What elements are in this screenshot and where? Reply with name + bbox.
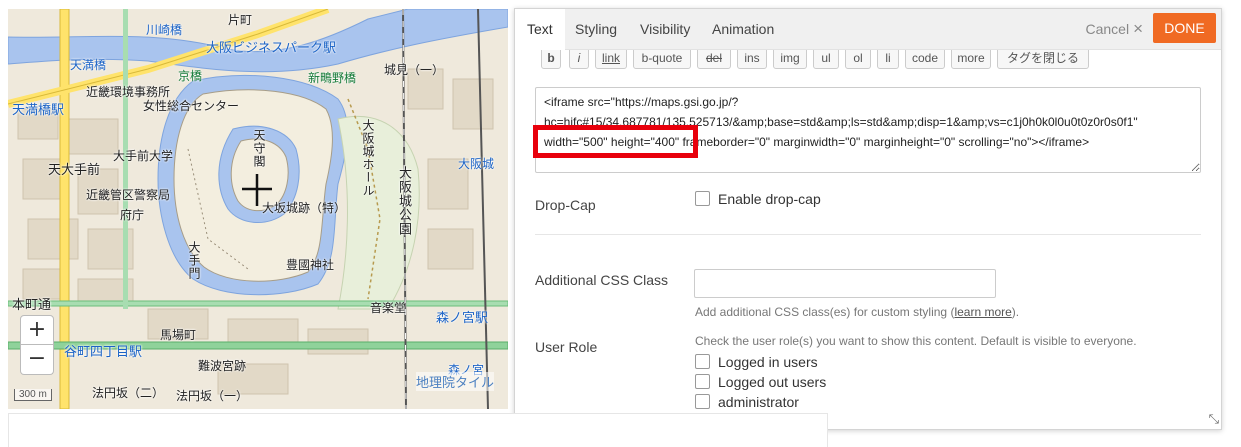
role-checkbox-administrator[interactable] <box>695 394 710 409</box>
map-label: 大阪ビジネスパーク駅 <box>206 41 337 56</box>
map-label: 片町 <box>228 13 253 27</box>
quicktags-toolbar: b i link b-quote del ins img ul ol li co… <box>535 50 1095 72</box>
toolbar-button-del[interactable]: del <box>697 50 731 69</box>
map-label: 城見（一） <box>384 63 445 77</box>
map-label: 難波宮跡 <box>198 359 247 373</box>
map-label: 大手門 <box>187 241 201 280</box>
toolbar-button-bold[interactable]: b <box>541 50 561 69</box>
role-checkbox-logged-out[interactable] <box>695 374 710 389</box>
code-line: <iframe src="https://maps.gsi.go.jp/? <box>544 95 739 109</box>
map-label: 法円坂（二） <box>92 386 165 400</box>
cancel-label: Cancel <box>1085 21 1130 37</box>
css-class-help-suffix: ). <box>1011 305 1020 319</box>
embedded-map[interactable]: 川崎橋 片町 大阪ビジネスパーク駅 天満橋 京橋 新鴫野橋 城見（一） 近畿環境… <box>8 9 508 409</box>
toolbar-button-link[interactable]: link <box>595 50 627 69</box>
toolbar-button-ins[interactable]: ins <box>737 50 767 69</box>
tab-text[interactable]: Text <box>515 9 565 51</box>
map-label: 馬場町 <box>160 328 197 342</box>
divider <box>535 234 1201 235</box>
dropcap-checkbox[interactable] <box>695 191 710 206</box>
toolbar-button-more[interactable]: more <box>951 50 991 69</box>
role-label-logged-in: Logged in users <box>718 354 818 370</box>
map-label: 大阪城ホール <box>361 119 375 197</box>
map-label: 谷町四丁目駅 <box>64 345 143 360</box>
role-checkbox-logged-in[interactable] <box>695 354 710 369</box>
map-label: 新鴫野橋 <box>308 71 357 85</box>
map-label: 大阪城公園 <box>396 166 411 236</box>
code-line: width="500" height="400" frameborder="0"… <box>544 135 1090 149</box>
role-label-logged-out: Logged out users <box>718 374 827 390</box>
map-label: 森ノ宮駅 <box>436 311 489 326</box>
tab-animation[interactable]: Animation <box>700 9 786 50</box>
map-label: 法円坂（一） <box>176 389 249 403</box>
toolbar-button-ul[interactable]: ul <box>813 50 839 69</box>
map-label: 天満橋駅 <box>12 103 65 118</box>
map-label: 女性総合センター <box>143 99 240 113</box>
dropcap-label: Drop-Cap <box>535 197 596 213</box>
toolbar-button-li[interactable]: li <box>877 50 899 69</box>
tab-styling[interactable]: Styling <box>563 9 629 50</box>
close-icon: × <box>1133 19 1143 38</box>
done-button[interactable]: DONE <box>1153 13 1216 43</box>
css-class-help-text: Add additional CSS class(es) for custom … <box>695 305 955 319</box>
map-label: 川崎橋 <box>146 23 183 37</box>
resize-handle-icon[interactable]: ⤡ <box>1209 411 1219 427</box>
toolbar-button-blockquote[interactable]: b-quote <box>633 50 691 69</box>
map-zoom-in-button[interactable]: + <box>20 315 54 345</box>
user-role-help: Check the user role(s) you want to show … <box>695 334 1137 348</box>
map-label: 近畿管区警察局 <box>86 188 171 202</box>
code-line: hc=hifc#15/34.687781/135.525713/&amp;bas… <box>544 115 1138 129</box>
role-label-administrator: administrator <box>718 394 799 410</box>
element-settings-panel: Text Styling Visibility Animation Cancel… <box>514 8 1222 430</box>
map-label: 音楽堂 <box>370 301 407 315</box>
html-code-textarea[interactable]: <iframe src="https://maps.gsi.go.jp/? hc… <box>535 87 1201 173</box>
tab-bar: Text Styling Visibility Animation Cancel… <box>515 9 1221 51</box>
css-class-input[interactable] <box>694 269 996 298</box>
cancel-button[interactable]: Cancel × <box>1085 9 1143 50</box>
map-label: 京橋 <box>178 69 203 83</box>
map-zoom-out-button[interactable]: − <box>20 345 54 375</box>
tab-visibility[interactable]: Visibility <box>628 9 702 50</box>
map-label: 府庁 <box>120 208 145 222</box>
toolbar-button-code[interactable]: code <box>905 50 945 69</box>
user-role-label: User Role <box>535 339 598 355</box>
toolbar-button-close-tags[interactable]: タグを閉じる <box>997 50 1089 69</box>
toolbar-button-img[interactable]: img <box>773 50 807 69</box>
dropcap-checkbox-label: Enable drop-cap <box>718 191 821 207</box>
map-label: 大坂城跡（特） <box>262 201 347 215</box>
learn-more-link[interactable]: learn more <box>954 305 1011 319</box>
page-content-area <box>8 413 828 447</box>
css-class-help: Add additional CSS class(es) for custom … <box>695 305 1019 319</box>
map-scale-bar: 300 m <box>14 389 52 401</box>
map-label: 大阪城 <box>458 157 495 171</box>
map-label: 天守閣 <box>252 129 266 168</box>
map-attribution-link[interactable]: 地理院タイル <box>415 372 494 391</box>
map-label: 豊國神社 <box>286 258 335 272</box>
map-label: 本町通 <box>12 298 52 313</box>
map-label: 天満橋 <box>70 58 107 72</box>
toolbar-button-ol[interactable]: ol <box>845 50 871 69</box>
css-class-label: Additional CSS Class <box>535 272 669 288</box>
map-label: 大手前大学 <box>113 149 174 163</box>
map-label: 天大手前 <box>48 163 101 178</box>
toolbar-button-italic[interactable]: i <box>569 50 589 69</box>
